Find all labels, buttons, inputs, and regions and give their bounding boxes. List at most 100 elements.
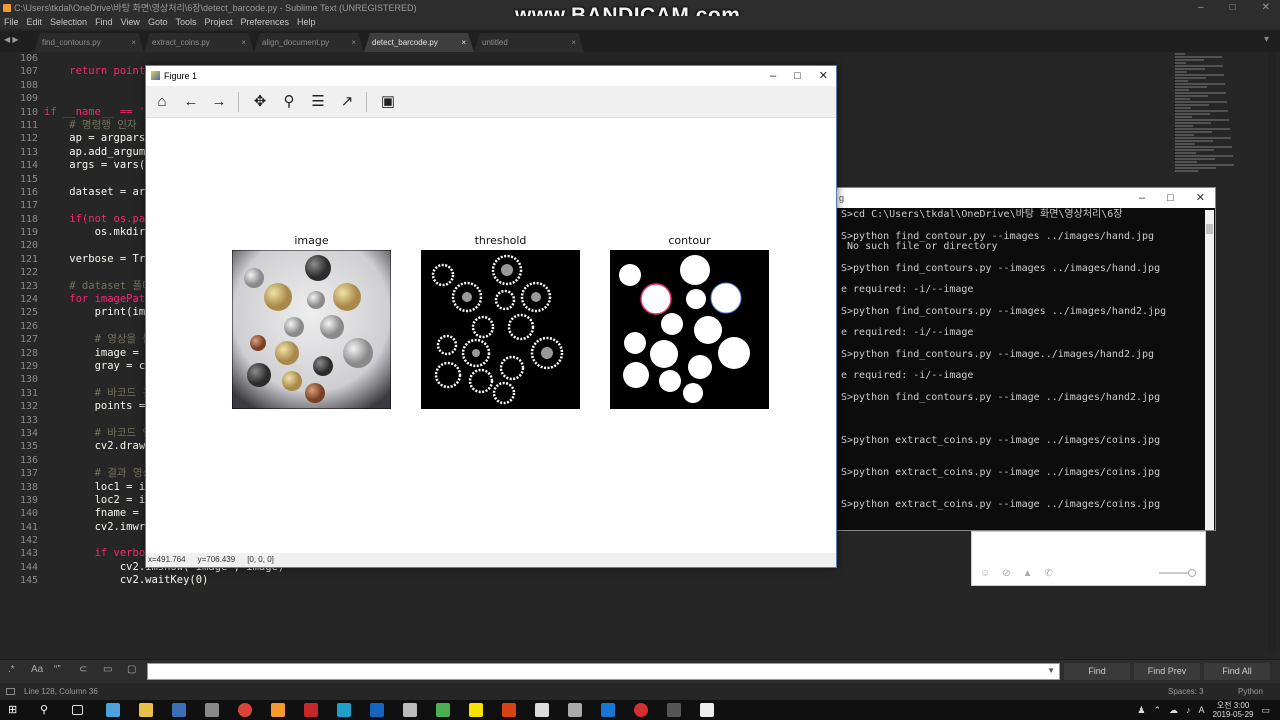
figure-close-button[interactable]: ✕ [819, 66, 828, 86]
menu-selection[interactable]: Selection [46, 16, 91, 29]
console-close-button[interactable]: ✕ [1196, 188, 1205, 208]
notifications-icon[interactable]: ▭ [1261, 705, 1270, 716]
kakaotalk-icon[interactable] [469, 703, 483, 717]
clock[interactable]: 오전 3:00 2019-05-29 [1213, 701, 1254, 719]
tab-nav-arrows[interactable]: ◀ ▶ [4, 35, 19, 44]
maximize-button[interactable]: □ [1230, 0, 1236, 16]
find-input[interactable]: ▼ [147, 663, 1060, 680]
tab-untitled[interactable]: untitled × [474, 33, 584, 52]
tab-align-document[interactable]: align_document.py × [254, 33, 364, 52]
pan-icon[interactable]: ✥ [250, 92, 270, 112]
regex-toggle[interactable]: .* [8, 664, 15, 675]
sublime-icon[interactable] [271, 703, 285, 717]
console-maximize-button[interactable]: □ [1167, 188, 1174, 208]
whole-word-toggle[interactable]: “” [54, 664, 61, 675]
app-icon-10[interactable] [403, 703, 417, 717]
minimize-button[interactable]: – [1198, 0, 1204, 16]
menu-find[interactable]: Find [91, 16, 117, 29]
code-line: cv2.drawCo [44, 440, 158, 453]
case-toggle[interactable]: Aa [31, 664, 43, 675]
menu-project[interactable]: Project [200, 16, 236, 29]
tab-extract-coins[interactable]: extract_coins.py × [144, 33, 254, 52]
pdf-icon[interactable] [304, 703, 318, 717]
input-method-icon[interactable]: A [1199, 705, 1205, 715]
explorer-icon[interactable] [139, 703, 153, 717]
configure-icon[interactable]: ☰ [308, 92, 328, 112]
syntax-status[interactable]: Python [1238, 684, 1263, 700]
figure-toolbar: ⌂ ← → ✥ ⚲ ☰ ↗ ▣ [146, 86, 836, 118]
tab-detect-barcode[interactable]: detect_barcode.py × [364, 33, 474, 52]
indentation-status[interactable]: Spaces: 3 [1168, 684, 1204, 700]
app-icon-9[interactable] [370, 703, 384, 717]
chat-slider[interactable] [1159, 569, 1196, 577]
menu-goto[interactable]: Goto [144, 16, 172, 29]
home-icon[interactable]: ⌂ [152, 92, 172, 112]
wrap-toggle-icon[interactable]: ⊂ [79, 664, 87, 675]
people-icon[interactable]: ♟ [1137, 705, 1145, 716]
line-number: 132 [19, 401, 38, 413]
menu-tools[interactable]: Tools [171, 16, 200, 29]
edge-icon[interactable] [601, 703, 615, 717]
menu-edit[interactable]: Edit [23, 16, 47, 29]
bandicam-icon[interactable] [634, 703, 648, 717]
app-icon-11[interactable] [436, 703, 450, 717]
find-button[interactable]: Find [1064, 663, 1130, 680]
tab-close-icon[interactable]: × [571, 33, 576, 52]
app-icon-4[interactable] [205, 703, 219, 717]
tab-close-icon[interactable]: × [461, 33, 466, 52]
start-icon[interactable]: ⊞ [8, 703, 22, 717]
back-icon[interactable]: ← [181, 92, 201, 112]
search-icon[interactable]: ⚲ [40, 703, 54, 717]
code-editor[interactable]: return points if __name__ == ' # 명령행 인자 a… [44, 52, 284, 652]
attach-icon[interactable]: ⊘ [1002, 568, 1010, 579]
menu-view[interactable]: View [117, 16, 144, 29]
console-scrollbar[interactable] [1205, 210, 1214, 530]
chrome-icon[interactable] [238, 703, 252, 717]
figure-window: Figure 1 – □ ✕ ⌂ ← → ✥ ⚲ ☰ ↗ ▣ image thr… [145, 65, 837, 568]
menu-file[interactable]: File [0, 16, 23, 29]
tray-overflow-icon[interactable]: ⌃ [1154, 705, 1162, 716]
figure-maximize-button[interactable]: □ [794, 66, 801, 86]
zoom-icon[interactable]: ⚲ [279, 92, 299, 112]
app-icon-8[interactable] [337, 703, 351, 717]
task-view-icon[interactable] [72, 705, 83, 715]
app-icon-19[interactable] [700, 703, 714, 717]
tab-find-contours[interactable]: find_contours.py × [34, 33, 144, 52]
menu-preferences[interactable]: Preferences [236, 16, 293, 29]
find-prev-button[interactable]: Find Prev [1134, 663, 1200, 680]
console-minimize-button[interactable]: – [1139, 188, 1145, 208]
tab-close-icon[interactable]: × [131, 33, 136, 52]
close-button[interactable]: ✕ [1262, 0, 1270, 16]
call-icon[interactable]: ✆ [1045, 568, 1053, 579]
photos-icon[interactable] [535, 703, 549, 717]
app-icon-1[interactable] [106, 703, 120, 717]
highlight-icon[interactable]: ▢ [127, 664, 136, 675]
in-selection-icon[interactable]: ▭ [103, 664, 112, 675]
minimap-line [1175, 110, 1228, 112]
line-number: 138 [19, 481, 38, 493]
volume-icon[interactable]: ♪ [1186, 705, 1191, 715]
edit-axes-icon[interactable]: ↗ [337, 92, 357, 112]
minimap[interactable] [1175, 52, 1245, 192]
menu-help[interactable]: Help [293, 16, 320, 29]
settings-icon[interactable] [568, 703, 582, 717]
forward-icon[interactable]: → [209, 92, 229, 112]
tab-close-icon[interactable]: × [241, 33, 246, 52]
app-icon-18[interactable] [667, 703, 681, 717]
line-number: 123 [19, 280, 38, 292]
code-line: os.mkdir(' [44, 226, 158, 239]
plot-canvas[interactable]: image threshold contour [146, 118, 836, 554]
find-all-button[interactable]: Find All [1204, 663, 1270, 680]
panel-toggle-icon[interactable] [6, 688, 15, 695]
app-icon-3[interactable] [172, 703, 186, 717]
network-icon[interactable]: ☁ [1169, 705, 1178, 716]
tab-overflow-icon[interactable]: ▾ [1264, 34, 1274, 46]
figure-minimize-button[interactable]: – [770, 66, 776, 86]
tab-close-icon[interactable]: × [351, 33, 356, 52]
save-icon[interactable]: ▣ [378, 92, 398, 112]
powerpoint-icon[interactable] [502, 703, 516, 717]
emoji-icon[interactable]: ☺ [980, 568, 990, 579]
editor-scrollbar[interactable] [1268, 52, 1276, 652]
find-history-dropdown[interactable]: ▼ [1047, 666, 1055, 675]
image-icon[interactable]: ▲ [1023, 568, 1033, 579]
